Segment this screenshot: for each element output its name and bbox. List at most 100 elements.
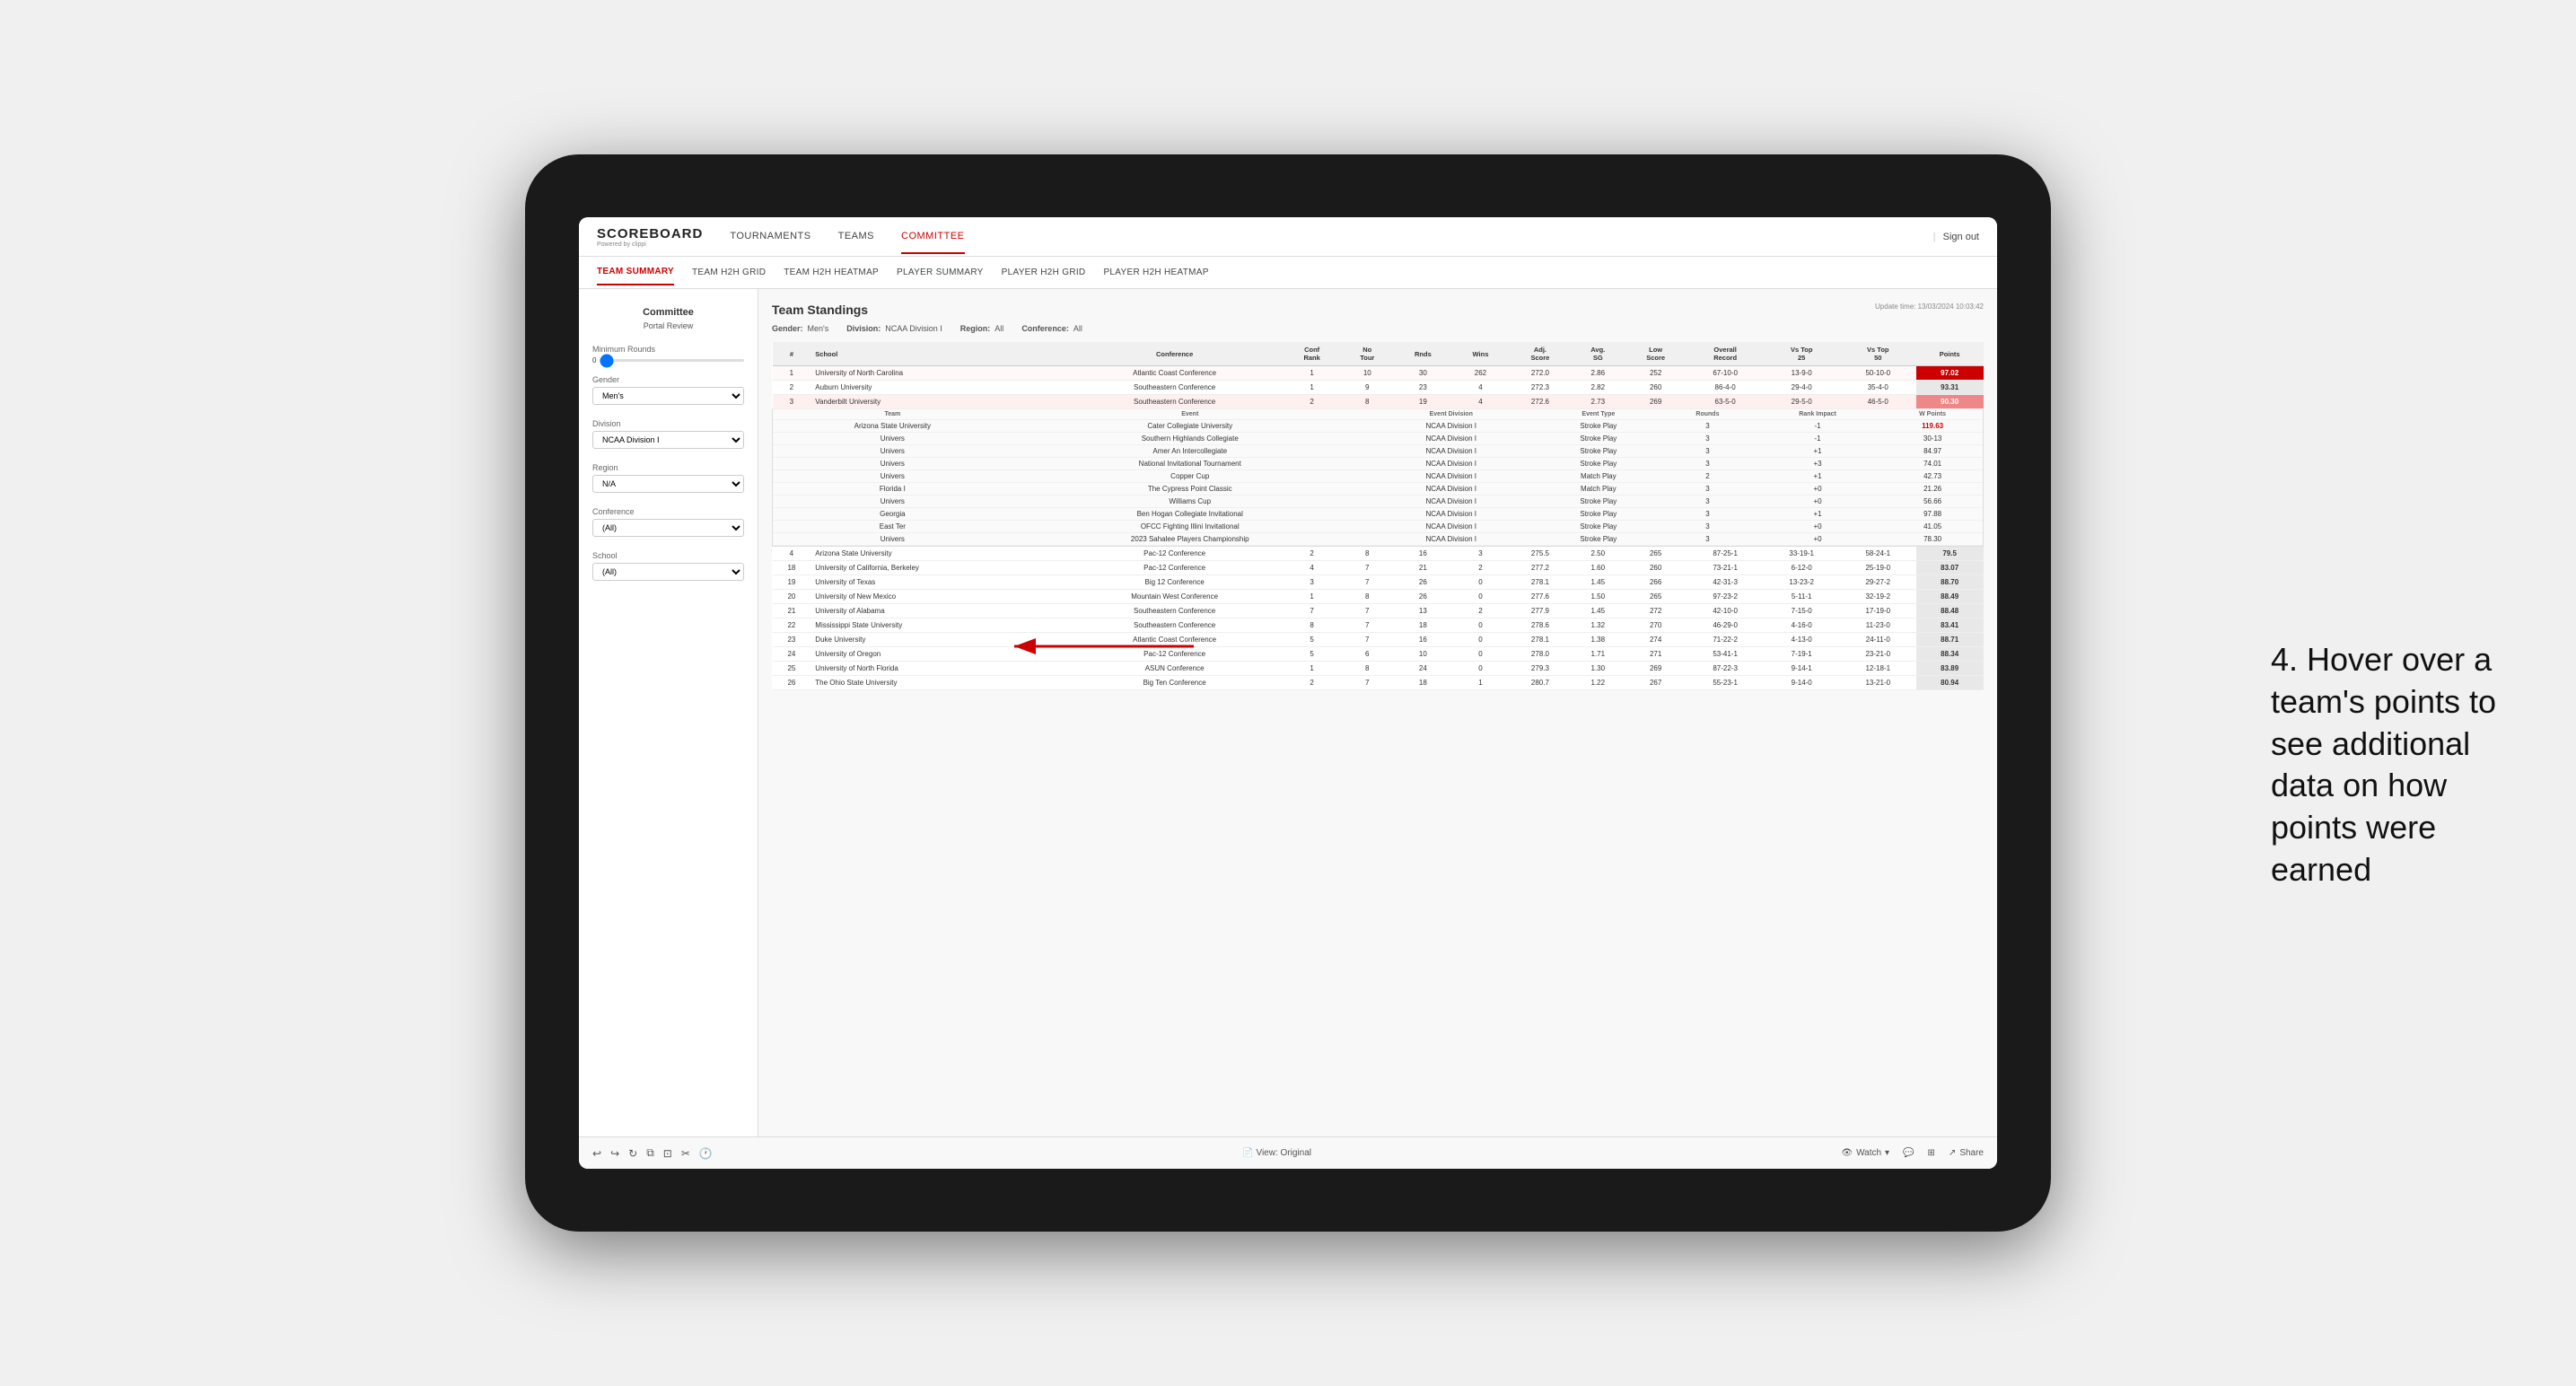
subnav-player-h2h-heatmap[interactable]: PLAYER H2H HEATMAP	[1103, 260, 1208, 285]
table-row: 26 The Ohio State University Big Ten Con…	[773, 676, 1984, 690]
popup-row: Univers Amer An Intercollegiate NCAA Div…	[773, 445, 1983, 458]
logo-area: SCOREBOARD Powered by clippi	[597, 226, 703, 248]
standings-header: Team Standings Update time: 13/03/2024 1…	[772, 303, 1984, 317]
sidebar-label-gender: Gender	[592, 375, 744, 384]
copy-icon[interactable]: ⧉	[646, 1146, 654, 1160]
left-sidebar: Committee Portal Review Minimum Rounds 0…	[579, 289, 758, 1136]
popup-row: Georgia Ben Hogan Collegiate Invitationa…	[773, 508, 1983, 521]
col-avg-sg: Avg.SG	[1572, 342, 1625, 366]
filter-region: Region: All	[960, 324, 1004, 333]
col-no-tour: NoTour	[1341, 342, 1394, 366]
annotation-text: 4. Hover over a team's points to see add…	[2271, 639, 2522, 891]
filter-row: Gender: Men's Division: NCAA Division I …	[772, 324, 1984, 333]
bottom-toolbar: ↩ ↪ ↻ ⧉ ⊡ ✂ 🕐 📄 View: Original 👁 Watch ▾	[579, 1136, 1997, 1169]
points-cell[interactable]: 88.71	[1916, 633, 1984, 647]
sidebar-label-division: Division	[592, 419, 744, 428]
table-row: 24 University of Oregon Pac-12 Conferenc…	[773, 647, 1984, 662]
popup-row: Arizona State University Cater Collegiat…	[773, 420, 1983, 433]
logo-sub: Powered by clippi	[597, 241, 703, 248]
watch-button[interactable]: 👁 Watch ▾	[1841, 1148, 1889, 1158]
refresh-icon[interactable]: ↻	[628, 1147, 637, 1160]
points-cell[interactable]: 83.89	[1916, 662, 1984, 676]
subnav-team-summary[interactable]: TEAM SUMMARY	[597, 259, 674, 285]
conference-select[interactable]: (All)	[592, 519, 744, 537]
points-cell[interactable]: 88.70	[1916, 575, 1984, 590]
tablet-screen: SCOREBOARD Powered by clippi TOURNAMENTS…	[579, 217, 1997, 1169]
expanded-popup-row: Team Event Event Division Event Type Rou…	[773, 409, 1984, 547]
points-cell-hover[interactable]: 90.30	[1916, 395, 1984, 409]
table-row: 25 University of North Florida ASUN Conf…	[773, 662, 1984, 676]
view-original-button[interactable]: 📄 View: Original	[1242, 1148, 1311, 1158]
division-select[interactable]: NCAA Division I NCAA Division II NCAA Di…	[592, 431, 744, 449]
share-icon: ↗	[1949, 1148, 1956, 1158]
filter-division: Division: NCAA Division I	[846, 324, 942, 333]
slider-container: 0	[592, 356, 744, 364]
standings-table-container: # School Conference ConfRank NoTour Rnds…	[772, 342, 1984, 690]
col-wins: Wins	[1452, 342, 1509, 366]
nav-committee[interactable]: COMMITTEE	[901, 220, 965, 254]
points-cell[interactable]: 88.34	[1916, 647, 1984, 662]
sign-out-button[interactable]: Sign out	[1943, 232, 1979, 242]
col-school: School	[810, 342, 1065, 366]
gender-select[interactable]: Men's Women's	[592, 387, 744, 405]
sidebar-label-school: School	[592, 551, 744, 560]
points-cell[interactable]: 79.5	[1916, 547, 1984, 561]
col-rnds: Rnds	[1394, 342, 1452, 366]
table-row: 19 University of Texas Big 12 Conference…	[773, 575, 1984, 590]
share-button[interactable]: ↗ Share	[1949, 1148, 1984, 1158]
scissors-icon[interactable]: ✂	[681, 1147, 690, 1160]
table-row: 21 University of Alabama Southeastern Co…	[773, 604, 1984, 618]
popup-row: East Ter OFCC Fighting Illini Invitation…	[773, 521, 1983, 533]
popup-row: Univers National Invitational Tournament…	[773, 458, 1983, 470]
update-time: Update time: 13/03/2024 10:03:42	[1875, 303, 1984, 311]
sidebar-label-min-rounds: Minimum Rounds	[592, 345, 744, 354]
clock-icon[interactable]: 🕐	[699, 1147, 713, 1160]
col-points: Points	[1916, 342, 1984, 366]
logo-text: SCOREBOARD	[597, 226, 703, 241]
paste-icon[interactable]: ⊡	[663, 1147, 672, 1160]
points-cell[interactable]: 80.94	[1916, 676, 1984, 690]
popup-row: Florida I The Cypress Point Classic NCAA…	[773, 483, 1983, 496]
right-content: Team Standings Update time: 13/03/2024 1…	[758, 289, 1997, 1136]
feedback-button[interactable]: 💬	[1903, 1148, 1914, 1158]
annotation-container: 4. Hover over a team's points to see add…	[2271, 639, 2522, 891]
undo-icon[interactable]: ↩	[592, 1147, 601, 1160]
top-nav: SCOREBOARD Powered by clippi TOURNAMENTS…	[579, 217, 1997, 257]
popup-row: Univers Williams Cup NCAA Division I Str…	[773, 496, 1983, 508]
region-select[interactable]: N/A All	[592, 475, 744, 493]
table-row: 18 University of California, Berkeley Pa…	[773, 561, 1984, 575]
points-cell[interactable]: 97.02	[1916, 366, 1984, 381]
col-adj-score: Adj.Score	[1509, 342, 1572, 366]
points-cell[interactable]: 88.48	[1916, 604, 1984, 618]
chat-icon: 💬	[1903, 1148, 1914, 1158]
school-select[interactable]: (All)	[592, 563, 744, 581]
col-vs25: Vs Top25	[1764, 342, 1840, 366]
points-cell[interactable]: 93.31	[1916, 381, 1984, 395]
popup-inner-table: Team Event Event Division Event Type Rou…	[773, 409, 1983, 546]
nav-tournaments[interactable]: TOURNAMENTS	[730, 220, 810, 254]
col-overall: OverallRecord	[1687, 342, 1764, 366]
slider-min-label: 0	[592, 356, 596, 364]
popup-row: Univers 2023 Sahalee Players Championshi…	[773, 533, 1983, 546]
layout-button[interactable]: ⊞	[1928, 1148, 1935, 1158]
points-cell[interactable]: 83.07	[1916, 561, 1984, 575]
toolbar-right: 👁 Watch ▾ 💬 ⊞ ↗ Share	[1841, 1148, 1984, 1158]
nav-links: TOURNAMENTS TEAMS COMMITTEE	[730, 220, 1932, 254]
subnav-player-summary[interactable]: PLAYER SUMMARY	[897, 260, 984, 285]
points-cell[interactable]: 88.49	[1916, 590, 1984, 604]
redo-icon[interactable]: ↪	[610, 1147, 619, 1160]
nav-teams[interactable]: TEAMS	[838, 220, 874, 254]
table-row: 20 University of New Mexico Mountain Wes…	[773, 590, 1984, 604]
nav-separator: |	[1933, 232, 1936, 242]
tablet-shell: SCOREBOARD Powered by clippi TOURNAMENTS…	[525, 154, 2051, 1232]
subnav-team-h2h-grid[interactable]: TEAM H2H GRID	[692, 260, 766, 285]
toolbar-left: ↩ ↪ ↻ ⧉ ⊡ ✂ 🕐	[592, 1146, 713, 1160]
min-rounds-slider[interactable]	[600, 359, 744, 362]
sidebar-label-region: Region	[592, 463, 744, 472]
table-row: 22 Mississippi State University Southeas…	[773, 618, 1984, 633]
subnav-player-h2h-grid[interactable]: PLAYER H2H GRID	[1002, 260, 1086, 285]
points-cell[interactable]: 83.41	[1916, 618, 1984, 633]
table-row: 3 Vanderbilt University Southeastern Con…	[773, 395, 1984, 409]
sidebar-title: Committee	[592, 307, 744, 318]
subnav-team-h2h-heatmap[interactable]: TEAM H2H HEATMAP	[784, 260, 879, 285]
